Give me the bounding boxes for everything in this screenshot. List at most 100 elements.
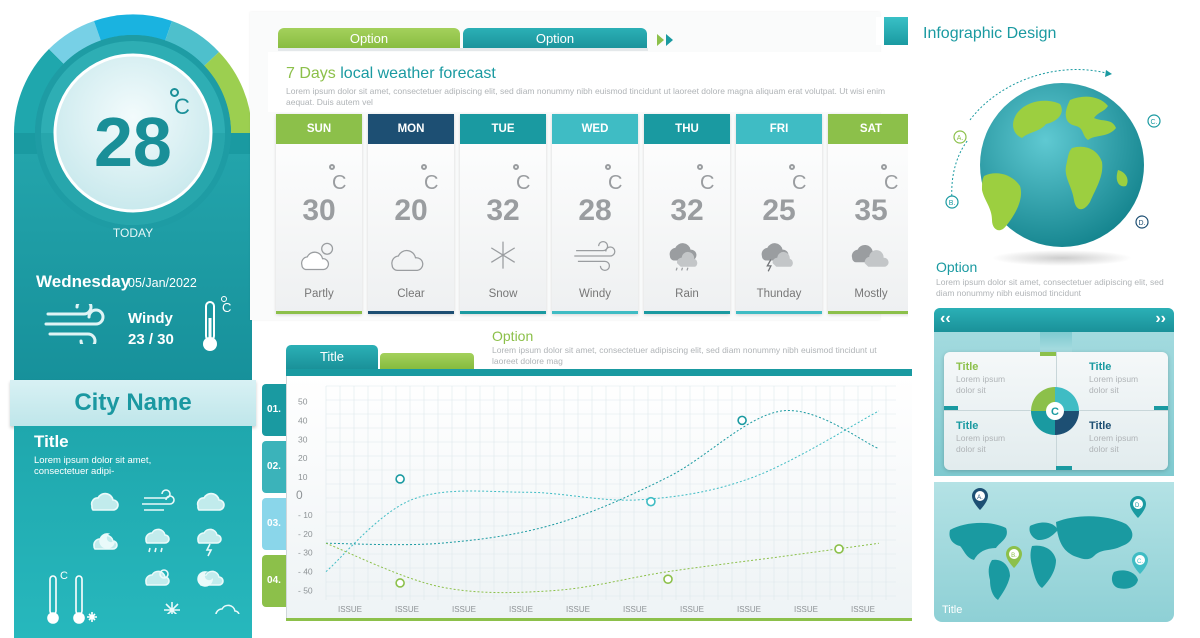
right-option-title: Option [936,259,978,275]
chart-option-title: Option [492,328,534,344]
quad-pie-icon: C [1031,387,1079,435]
weekday: Wednesday [36,272,131,291]
day-color-bar [368,311,454,314]
day-unit: C [424,172,439,194]
day-temperature: 30 [302,194,336,227]
day-unit: C [792,172,807,194]
day-condition: Windy [579,288,611,300]
day-name: THU [644,114,730,144]
day-unit: C [516,172,531,194]
day-name: FRI [736,114,822,144]
day-condition: Rain [675,288,699,300]
forecast-day-card[interactable]: MON C 20 Clear [368,114,454,314]
map-title: Title [942,604,963,616]
chevron-right-icon[interactable]: ›› [1155,310,1166,328]
data-point [395,578,405,588]
tab-option-2[interactable]: Option [463,28,647,50]
city-name: City Name [10,380,256,426]
chart-tab-secondary[interactable] [380,353,474,369]
day-name: MON [368,114,454,144]
windy-weather-icon [574,240,616,272]
quad-1-title: Title [956,361,979,373]
left-info-title: Title [34,432,69,451]
degree-symbol [697,164,703,170]
panel-notch [1040,332,1072,352]
wind-icon [44,304,105,344]
side-tab-4[interactable]: 04. [262,555,286,607]
forecast-day-card[interactable]: SAT C 35 Mostly [828,114,914,314]
day-condition: Mostly [854,288,888,300]
map-pin-d: D. [1135,503,1141,509]
double-chevron-right-icon[interactable] [655,32,677,48]
partly-weather-icon [301,242,334,271]
y-tick-label: - 30 [298,548,313,558]
right-description: Lorem ipsum dolor sit amet, consectetuer… [936,277,1164,298]
forecast-description: Lorem ipsum dolor sit amet, consectetuer… [286,86,886,107]
globe-label-d: D. [1139,220,1146,227]
thermometer-small-icons [47,575,97,624]
y-tick-label: - 50 [298,586,313,596]
forecast-day-card[interactable]: SUN C 30 Partly [276,114,362,314]
day-condition: Partly [304,288,334,300]
degree-symbol [421,164,427,170]
globe-label-c: C. [1151,119,1158,126]
y-tick-label: 20 [298,453,308,463]
day-unit: C [700,172,715,194]
day-unit: C [332,172,347,194]
chart-tab-title[interactable]: Title [286,345,378,369]
cloud-outline-icon [215,604,240,614]
y-tick-label: 40 [298,415,308,425]
day-name: TUE [460,114,546,144]
day-condition: Clear [397,288,425,300]
side-tab-1[interactable]: 01. [262,384,286,436]
globe-label-a: A. [957,135,964,142]
day-temperature: 20 [394,194,428,227]
y-tick-label: 10 [298,472,308,482]
mostly-weather-icon [851,244,889,267]
x-tick-label: ISSUE [794,605,818,614]
forecast-day-card[interactable]: TUE C 32 Snow [460,114,546,314]
quad-4-text: Lorem ipsum dolor sit [1089,433,1139,454]
side-tab-2[interactable]: 02. [262,441,286,493]
cloud-icon [196,492,225,511]
thermometer-unit: C [222,300,232,315]
line-chart: 50 40 30 20 10 0 - 10 - 20 - 30 - 40 - 50 ISSUE ISSU… [296,385,896,614]
forecast-day-card[interactable]: THU C 32 Rain [644,114,730,314]
tab-option-1[interactable]: Option [278,28,460,50]
data-point [663,574,673,584]
chart-top-bar [286,369,912,376]
chart-description: Lorem ipsum dolor sit amet, consectetuer… [492,345,877,366]
day-name: SUN [276,114,362,144]
world-map: A. B. C. D. [949,488,1148,600]
day-condition: Snow [488,288,518,300]
forecast-day-card[interactable]: WED C 28 Windy [552,114,638,314]
chevron-left-icon[interactable]: ‹‹ [940,310,951,328]
quad-3-text: Lorem ipsum dolor sit [956,433,1006,454]
quad-4-title: Title [1089,420,1112,432]
quad-mark-left [944,406,958,410]
degree-symbol [881,164,887,170]
quad-mark-right [1154,406,1168,410]
left-info-text: Lorem ipsum dolor sit amet, consectetuer… [34,455,152,477]
current-weather-panel: 28 C TODAY Wednesday 05/Jan/2022 Windy 2… [10,14,256,638]
data-point [834,544,844,554]
map-pin-c: C. [1137,559,1143,565]
y-tick-label: - 20 [298,529,313,539]
x-tick-label: ISSUE [851,605,875,614]
y-tick-label: 0 [296,488,303,502]
day-name: SAT [828,114,914,144]
x-tick-label: ISSUE [623,605,647,614]
quad-3-title: Title [956,420,979,432]
temperature-unit: C [174,94,190,119]
x-tick-label: ISSUE [452,605,476,614]
quad-mark-top [1040,352,1056,356]
side-tab-3[interactable]: 03. [262,498,286,550]
day-unit: C [608,172,623,194]
globe-icon: A. B. C. D. [945,69,1161,266]
x-tick-label: ISSUE [737,605,761,614]
day-name: WED [552,114,638,144]
y-tick-label: 30 [298,434,308,444]
day-temperature: 28 [578,194,612,227]
map-pin-a: A. [977,495,983,501]
forecast-day-card[interactable]: FRI C 25 Thunday [736,114,822,314]
